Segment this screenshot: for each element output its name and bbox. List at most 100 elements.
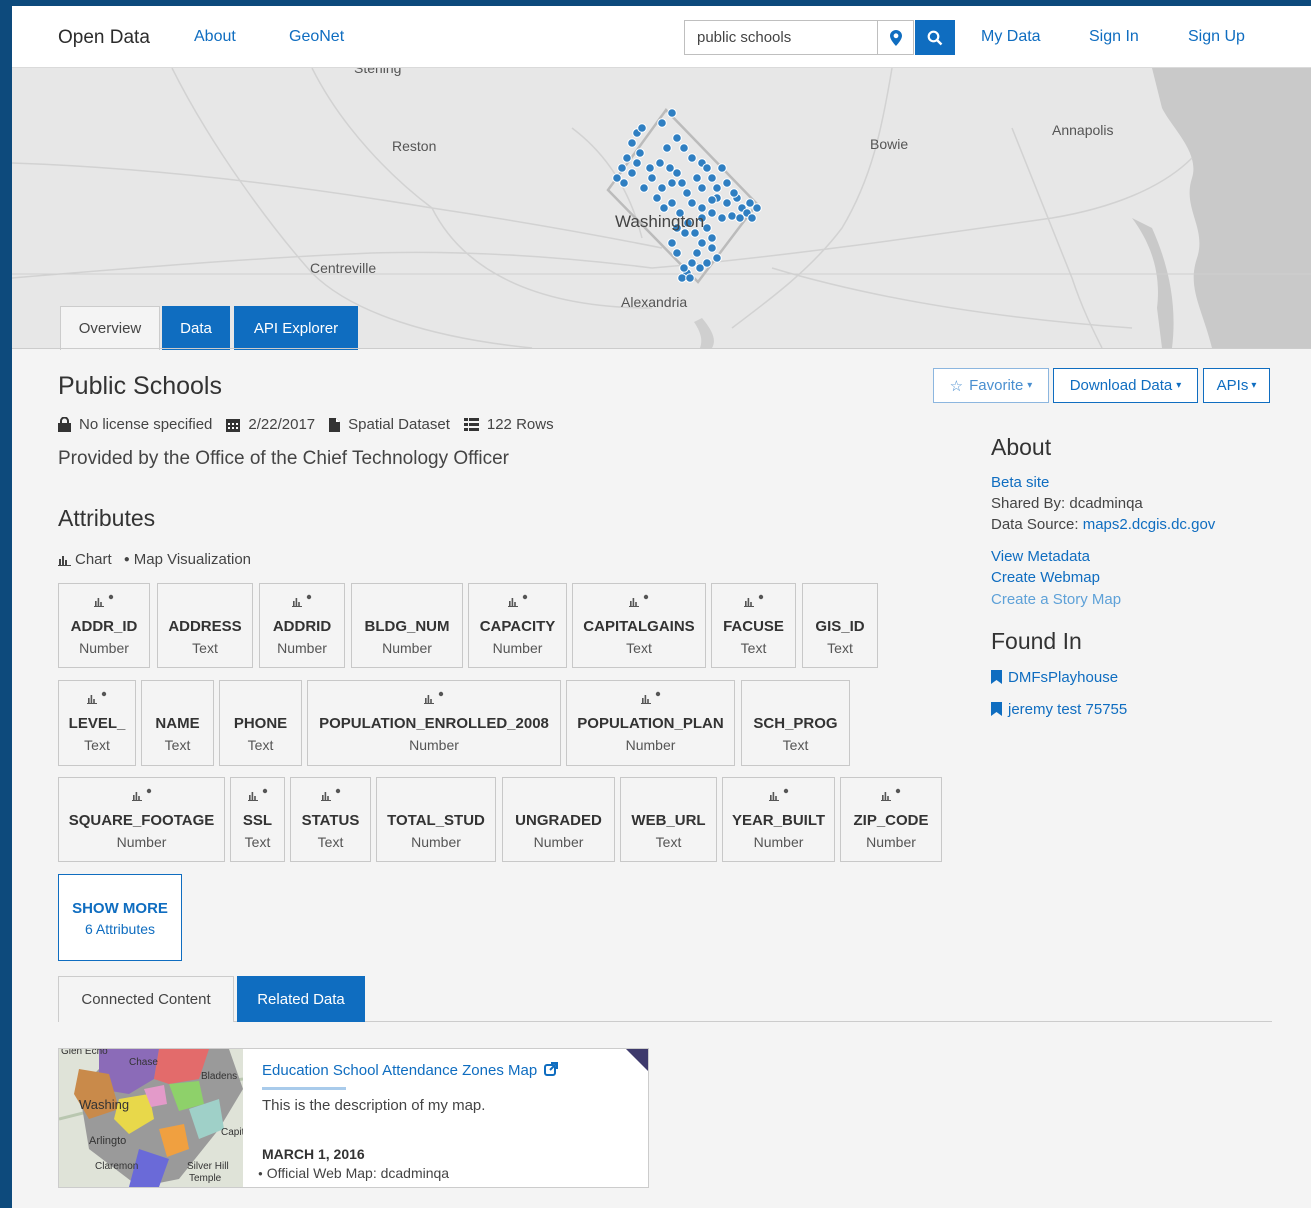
related-card[interactable]: Glen Echo Chase Bladens Washing Arlingto… <box>58 1048 649 1188</box>
school-point[interactable] <box>659 203 669 213</box>
school-point[interactable] <box>672 133 682 143</box>
school-point[interactable] <box>679 263 689 273</box>
attribute-card[interactable]: YEAR_BUILT Number <box>722 777 835 862</box>
school-point[interactable] <box>677 273 687 283</box>
school-point[interactable] <box>639 183 649 193</box>
school-point[interactable] <box>685 273 695 283</box>
attribute-card[interactable]: BLDG_NUM Number <box>351 583 463 668</box>
school-point[interactable] <box>707 195 717 205</box>
attribute-card[interactable]: POPULATION_PLAN Number <box>566 680 735 766</box>
create-webmap-link[interactable]: Create Webmap <box>991 569 1100 586</box>
attribute-card[interactable]: PHONE Text <box>219 680 302 766</box>
school-point[interactable] <box>687 258 697 268</box>
tab-connected-content[interactable]: Connected Content <box>58 976 234 1022</box>
download-data-button[interactable]: Download Data ▾ <box>1053 368 1198 403</box>
attribute-card[interactable]: CAPACITY Number <box>468 583 567 668</box>
school-point[interactable] <box>729 188 739 198</box>
school-point[interactable] <box>722 198 732 208</box>
attribute-card[interactable]: SSL Text <box>230 777 285 862</box>
location-pin-icon[interactable] <box>878 20 914 55</box>
school-point[interactable] <box>662 143 672 153</box>
school-point[interactable] <box>727 211 737 221</box>
data-source-link[interactable]: maps2.dcgis.dc.gov <box>1083 516 1216 533</box>
attribute-card[interactable]: POPULATION_ENROLLED_2008 Number <box>307 680 561 766</box>
school-point[interactable] <box>682 188 692 198</box>
school-point[interactable] <box>707 233 717 243</box>
school-point[interactable] <box>695 263 705 273</box>
nav-sign-up-link[interactable]: Sign Up <box>1188 28 1245 46</box>
create-story-map-link[interactable]: Create a Story Map <box>991 591 1121 608</box>
school-point[interactable] <box>692 248 702 258</box>
school-point[interactable] <box>622 153 632 163</box>
school-point[interactable] <box>655 158 665 168</box>
school-point[interactable] <box>722 178 732 188</box>
school-point[interactable] <box>667 238 677 248</box>
tab-api-explorer[interactable]: API Explorer <box>234 306 358 350</box>
school-point[interactable] <box>717 213 727 223</box>
school-point[interactable] <box>667 198 677 208</box>
school-point[interactable] <box>677 178 687 188</box>
school-point[interactable] <box>667 108 677 118</box>
school-point[interactable] <box>667 178 677 188</box>
attribute-card[interactable]: NAME Text <box>141 680 214 766</box>
school-point[interactable] <box>707 208 717 218</box>
school-point[interactable] <box>657 118 667 128</box>
related-map-thumbnail[interactable]: Glen Echo Chase Bladens Washing Arlingto… <box>59 1049 243 1187</box>
school-point[interactable] <box>637 123 647 133</box>
nav-geonet-link[interactable]: GeoNet <box>289 28 344 46</box>
attribute-card[interactable]: TOTAL_STUD Number <box>376 777 496 862</box>
school-point[interactable] <box>747 213 757 223</box>
tab-data[interactable]: Data <box>162 306 230 350</box>
show-more-button[interactable]: SHOW MORE 6 Attributes <box>58 874 182 961</box>
school-point[interactable] <box>632 158 642 168</box>
school-point[interactable] <box>619 178 629 188</box>
nav-about-link[interactable]: About <box>194 28 236 46</box>
school-point[interactable] <box>617 163 627 173</box>
attribute-card[interactable]: CAPITALGAINS Text <box>572 583 706 668</box>
school-point[interactable] <box>697 203 707 213</box>
attribute-card[interactable]: ADDR_ID Number <box>58 583 150 668</box>
related-title-link[interactable]: Education School Attendance Zones Map <box>262 1062 559 1079</box>
attribute-card[interactable]: SCH_PROG Text <box>741 680 850 766</box>
tab-overview[interactable]: Overview <box>60 306 160 350</box>
attribute-card[interactable]: UNGRADED Number <box>502 777 615 862</box>
nav-sign-in-link[interactable]: Sign In <box>1089 28 1139 46</box>
tab-related-data[interactable]: Related Data <box>237 976 365 1022</box>
school-point[interactable] <box>702 163 712 173</box>
attribute-card[interactable]: SQUARE_FOOTAGE Number <box>58 777 225 862</box>
apis-button[interactable]: APIs ▾ <box>1203 368 1270 403</box>
school-point[interactable] <box>697 183 707 193</box>
school-point[interactable] <box>652 193 662 203</box>
attribute-card[interactable]: GIS_ID Text <box>802 583 878 668</box>
school-point[interactable] <box>647 173 657 183</box>
school-point[interactable] <box>712 253 722 263</box>
school-point[interactable] <box>707 173 717 183</box>
school-point[interactable] <box>679 143 689 153</box>
nav-my-data-link[interactable]: My Data <box>981 28 1041 46</box>
found-in-item[interactable]: jeremy test 75755 <box>991 701 1127 718</box>
school-point[interactable] <box>717 163 727 173</box>
school-point[interactable] <box>657 183 667 193</box>
favorite-button[interactable]: ☆ Favorite ▾ <box>933 368 1049 403</box>
found-in-item[interactable]: DMFsPlayhouse <box>991 669 1118 686</box>
school-point[interactable] <box>687 153 697 163</box>
school-point[interactable] <box>707 243 717 253</box>
attribute-card[interactable]: STATUS Text <box>290 777 371 862</box>
search-button[interactable] <box>915 20 955 55</box>
school-point[interactable] <box>645 163 655 173</box>
attribute-card[interactable]: FACUSE Text <box>711 583 796 668</box>
beta-site-link[interactable]: Beta site <box>991 474 1049 491</box>
school-point[interactable] <box>692 173 702 183</box>
brand-link[interactable]: Open Data <box>58 27 150 49</box>
attribute-card[interactable]: LEVEL_ Text <box>58 680 136 766</box>
school-point[interactable] <box>635 148 645 158</box>
attribute-card[interactable]: WEB_URL Text <box>620 777 717 862</box>
attribute-card[interactable]: ADDRID Number <box>259 583 345 668</box>
school-point[interactable] <box>672 248 682 258</box>
school-point[interactable] <box>672 168 682 178</box>
school-point[interactable] <box>735 213 745 223</box>
attribute-card[interactable]: ZIP_CODE Number <box>840 777 942 862</box>
school-point[interactable] <box>687 198 697 208</box>
school-point[interactable] <box>627 138 637 148</box>
attribute-card[interactable]: ADDRESS Text <box>157 583 253 668</box>
